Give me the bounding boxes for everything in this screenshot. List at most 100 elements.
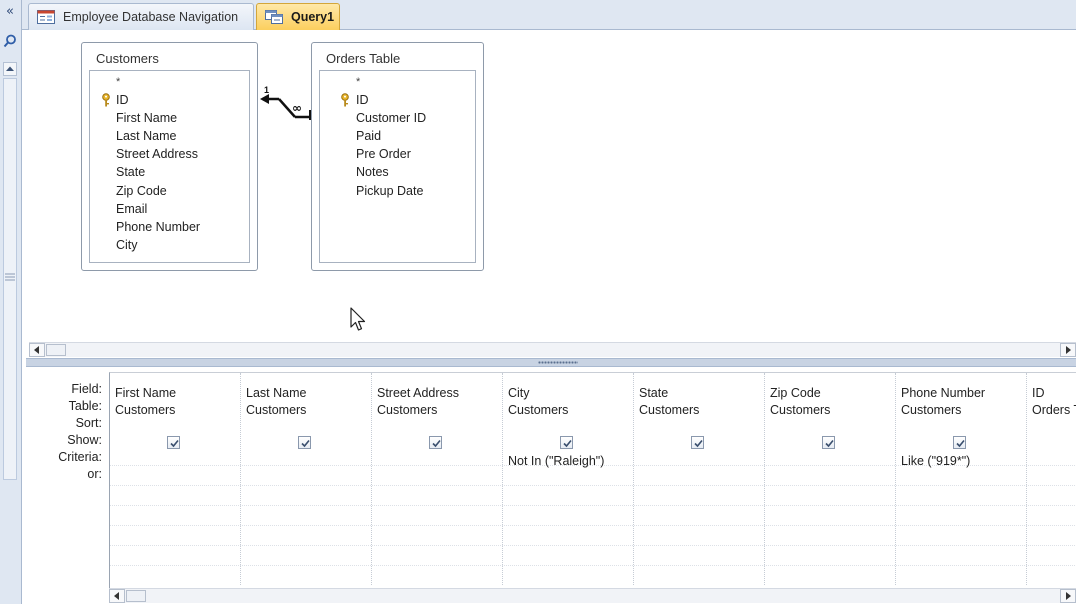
customers-field-list[interactable]: Customers * ID First Name Last Name Stre… (81, 42, 258, 271)
row-label-show: Show: (67, 433, 102, 447)
scroll-right-button[interactable] (1060, 589, 1076, 603)
field-list (89, 70, 250, 263)
grid-row-labels: Field: Table: Sort: Show: Criteria: or: (26, 368, 108, 604)
checkmark-icon (563, 439, 572, 448)
mouse-pointer-icon (350, 307, 366, 331)
grid-column[interactable]: City Customers Not In ("Raleigh") (503, 373, 634, 585)
arrow-right-icon (1066, 592, 1071, 600)
grid-body: First Name Customers Last Name Customers… (109, 372, 1076, 588)
field-list-title[interactable]: Customers (96, 51, 159, 66)
grid-column[interactable]: Phone Number Customers Like ("919*") (896, 373, 1027, 585)
query-icon (265, 10, 283, 24)
row-label-field: Field: (71, 382, 102, 396)
show-checkbox[interactable] (298, 436, 311, 449)
all-fields-item[interactable]: * (356, 76, 360, 88)
query-design-grid: Field: Table: Sort: Show: Criteria: or: … (26, 368, 1076, 604)
navigation-pane-collapsed: « (0, 0, 22, 604)
grid-scrollbar[interactable] (109, 588, 1076, 603)
table-cell[interactable]: Orders T (1032, 403, 1076, 417)
field-list-item[interactable]: Customer ID (356, 111, 426, 125)
table-cell[interactable]: Customers (115, 403, 175, 417)
table-cell[interactable]: Customers (770, 403, 830, 417)
table-cell[interactable]: Customers (901, 403, 961, 417)
field-list-item[interactable]: Last Name (116, 129, 176, 143)
row-label-or: or: (87, 467, 102, 481)
primary-key-icon (341, 93, 349, 107)
table-cell[interactable]: Customers (639, 403, 699, 417)
checkmark-icon (956, 439, 965, 448)
grid-column[interactable]: ID Orders T (1027, 373, 1076, 585)
field-cell[interactable]: Street Address (377, 386, 459, 400)
form-icon (37, 10, 55, 24)
tab-query1[interactable]: Query1 (256, 3, 340, 30)
scroll-thumb[interactable] (46, 344, 66, 356)
criteria-cell[interactable]: Not In ("Raleigh") (508, 454, 604, 468)
grid-column[interactable]: Zip Code Customers (765, 373, 896, 585)
all-fields-item[interactable]: * (116, 76, 120, 88)
field-list-item[interactable]: Email (116, 202, 147, 216)
scroll-left-button[interactable] (29, 343, 45, 357)
arrow-left-icon (34, 346, 39, 354)
row-label-sort: Sort: (75, 416, 102, 430)
field-list-item[interactable]: Street Address (116, 147, 198, 161)
field-cell[interactable]: First Name (115, 386, 176, 400)
field-list-item[interactable]: First Name (116, 111, 177, 125)
field-list-item[interactable]: ID (116, 93, 129, 107)
field-list-item[interactable]: Pickup Date (356, 184, 423, 198)
tab-label: Employee Database Navigation (63, 10, 239, 24)
field-list-item[interactable]: ID (356, 93, 369, 107)
show-checkbox[interactable] (691, 436, 704, 449)
relationship-line[interactable]: 1 ∞ (255, 82, 317, 122)
field-list-item[interactable]: Pre Order (356, 147, 411, 161)
field-list-item[interactable]: Paid (356, 129, 381, 143)
show-checkbox[interactable] (560, 436, 573, 449)
design-pane-scrollbar[interactable] (29, 342, 1076, 357)
field-list-item[interactable]: City (116, 238, 138, 252)
show-checkbox[interactable] (953, 436, 966, 449)
field-cell[interactable]: Phone Number (901, 386, 985, 400)
row-label-criteria: Criteria: (58, 450, 102, 464)
scroll-up-icon[interactable] (3, 62, 17, 76)
field-cell[interactable]: ID (1032, 386, 1045, 400)
splitter-grip[interactable] (538, 361, 578, 364)
tab-employee-database-navigation[interactable]: Employee Database Navigation (28, 3, 254, 30)
arrow-left-icon (114, 592, 119, 600)
scroll-thumb[interactable] (126, 590, 146, 602)
table-cell[interactable]: Customers (508, 403, 568, 417)
one-side-label: 1 (264, 85, 269, 95)
field-cell[interactable]: Zip Code (770, 386, 821, 400)
show-checkbox[interactable] (822, 436, 835, 449)
table-cell[interactable]: Customers (246, 403, 306, 417)
field-list-item[interactable]: State (116, 165, 145, 179)
tab-label: Query1 (291, 10, 335, 24)
grid-column[interactable]: Last Name Customers (241, 373, 372, 585)
grid-column[interactable]: State Customers (634, 373, 765, 585)
checkmark-icon (694, 439, 703, 448)
field-list-item[interactable]: Phone Number (116, 220, 200, 234)
pane-splitter[interactable] (26, 358, 1076, 367)
show-checkbox[interactable] (167, 436, 180, 449)
row-label-table: Table: (68, 399, 102, 413)
table-cell[interactable]: Customers (377, 403, 437, 417)
checkmark-icon (432, 439, 441, 448)
search-icon[interactable] (3, 34, 17, 48)
checkmark-icon (825, 439, 834, 448)
arrow-right-icon (1066, 346, 1071, 354)
scroll-left-button[interactable] (109, 589, 125, 603)
grip-icon (5, 273, 15, 281)
field-cell[interactable]: Last Name (246, 386, 306, 400)
many-side-label: ∞ (292, 101, 302, 115)
checkmark-icon (301, 439, 310, 448)
field-list-item[interactable]: Notes (356, 165, 389, 179)
grid-column[interactable]: Street Address Customers (372, 373, 503, 585)
expand-navigation-button[interactable]: « (0, 4, 20, 19)
orders-table-field-list[interactable]: Orders Table * ID Customer ID Paid Pre O… (311, 42, 484, 271)
scroll-right-button[interactable] (1060, 343, 1076, 357)
criteria-cell[interactable]: Like ("919*") (901, 454, 970, 468)
field-list-item[interactable]: Zip Code (116, 184, 167, 198)
field-cell[interactable]: City (508, 386, 530, 400)
grid-column[interactable]: First Name Customers (110, 373, 241, 585)
field-list-title[interactable]: Orders Table (326, 51, 400, 66)
show-checkbox[interactable] (429, 436, 442, 449)
field-cell[interactable]: State (639, 386, 668, 400)
